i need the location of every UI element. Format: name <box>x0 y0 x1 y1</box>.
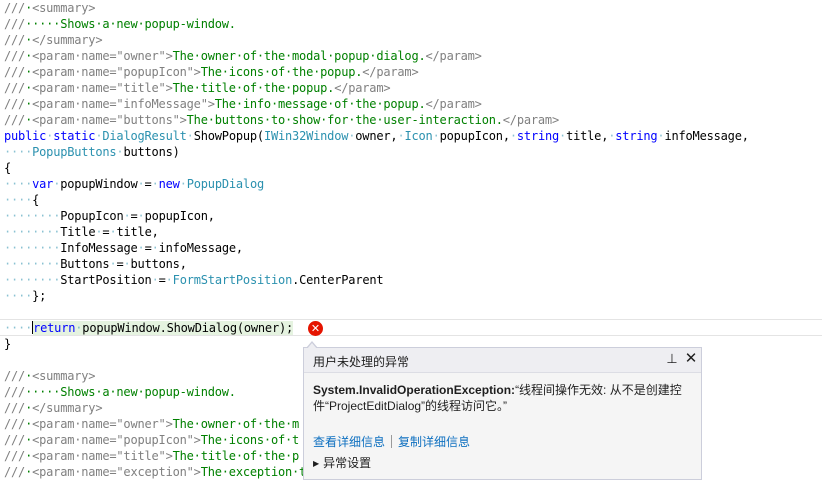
code-line[interactable]: ····PopupButtons·buttons) <box>4 144 180 160</box>
link-separator <box>391 435 393 448</box>
code-line[interactable]: ····return·popupWindow.ShowDialog(owner)… <box>4 320 293 336</box>
code-line[interactable]: ///·<param·name="owner">The·owner·of·the… <box>4 416 299 432</box>
code-line[interactable]: ········Title·=·title, <box>4 224 159 240</box>
code-line[interactable]: ····var·popupWindow·=·new·PopupDialog <box>4 176 264 192</box>
code-line[interactable]: ///·····Shows·a·new·popup-window. <box>4 16 236 32</box>
code-line[interactable]: ///·<param·name="buttons">The·buttons·to… <box>4 112 559 128</box>
exception-settings-label: 异常设置 <box>323 456 372 470</box>
expand-triangle-icon: ▶ <box>313 459 320 468</box>
code-line[interactable]: ····}; <box>4 288 46 304</box>
exception-popup-title: 用户未处理的异常 <box>313 355 410 369</box>
code-line[interactable]: ///·<param·name="infoMessage">The·info·m… <box>4 96 482 112</box>
exception-links: 查看详细信息 复制详细信息 <box>313 434 470 450</box>
code-line[interactable]: ····{ <box>4 192 39 208</box>
code-line[interactable]: ///·<param·name="owner">The·owner·of·the… <box>4 48 482 64</box>
error-icon[interactable]: ✕ <box>308 321 323 336</box>
code-line[interactable]: ········PopupIcon·=·popupIcon, <box>4 208 215 224</box>
code-line[interactable]: ///·</summary> <box>4 32 103 48</box>
close-icon[interactable]: ✕ <box>683 351 699 367</box>
code-line[interactable]: ///·<param·name="title">The·title·of·the… <box>4 80 391 96</box>
code-line[interactable]: ///·<param·name="exception">The·exceptio… <box>4 464 306 480</box>
code-line[interactable]: ········InfoMessage·=·infoMessage, <box>4 240 243 256</box>
exception-popup-header: 用户未处理的异常 ⊥ ✕ <box>304 348 701 373</box>
code-line[interactable]: ········Buttons·=·buttons, <box>4 256 187 272</box>
code-line[interactable]: ///·</summary> <box>4 400 103 416</box>
copy-details-link[interactable]: 复制详细信息 <box>398 435 470 449</box>
code-line[interactable]: ///·<param·name="title">The·title·of·the… <box>4 448 299 464</box>
exception-popup: 用户未处理的异常 ⊥ ✕ System.InvalidOperationExce… <box>303 347 702 480</box>
exception-settings-toggle[interactable]: ▶ 异常设置 <box>313 455 371 472</box>
exception-message: System.InvalidOperationException:“线程间操作无… <box>313 382 693 414</box>
code-line[interactable]: } <box>4 336 11 352</box>
code-line[interactable]: ///·····Shows·a·new·popup-window. <box>4 384 236 400</box>
code-line[interactable]: ········StartPosition·=·FormStartPositio… <box>4 272 384 288</box>
popup-pointer-inner <box>307 343 317 349</box>
view-details-link[interactable]: 查看详细信息 <box>313 435 385 449</box>
code-line[interactable]: public·static·DialogResult·ShowPopup(IWi… <box>4 128 749 144</box>
code-line[interactable]: ///·<param·name="popupIcon">The·icons·of… <box>4 64 419 80</box>
code-line[interactable]: { <box>4 160 11 176</box>
code-line[interactable]: ///·<summary> <box>4 0 96 16</box>
pin-icon[interactable]: ⊥ <box>664 351 680 367</box>
exception-type: System.InvalidOperationException: <box>313 383 516 397</box>
code-line[interactable]: ///·<summary> <box>4 368 96 384</box>
code-line[interactable]: ///·<param·name="popupIcon">The·icons·of… <box>4 432 299 448</box>
